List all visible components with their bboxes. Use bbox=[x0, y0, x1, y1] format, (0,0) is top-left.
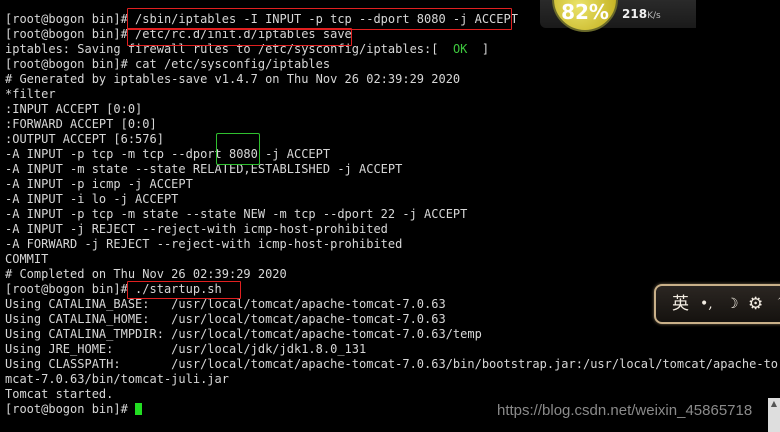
ime-toolbar[interactable]: 英 •, ☽ ⚙ ↑ bbox=[654, 284, 780, 324]
terminal-line: -A FORWARD -j REJECT --reject-with icmp-… bbox=[5, 237, 403, 251]
terminal-line: :FORWARD ACCEPT [0:0] bbox=[5, 117, 157, 131]
network-speed-readout: 218K/s bbox=[622, 7, 661, 21]
csdn-watermark: https://blog.csdn.net/weixin_45865718 bbox=[497, 402, 753, 419]
terminal-line: Using CATALINA_TMPDIR: /usr/local/tomcat… bbox=[5, 327, 482, 341]
ime-moon-icon[interactable]: ☽ bbox=[726, 294, 739, 314]
terminal-cursor bbox=[135, 403, 143, 415]
terminal-line: mcat-7.0.63/bin/tomcat-juli.jar bbox=[5, 372, 229, 386]
terminal-line: :OUTPUT ACCEPT [6:576] bbox=[5, 132, 164, 146]
speed-value: 218 bbox=[622, 7, 648, 21]
terminal-line: -A INPUT -j REJECT --reject-with icmp-ho… bbox=[5, 222, 388, 236]
terminal-line: :INPUT ACCEPT [0:0] bbox=[5, 102, 143, 116]
terminal-line: Using CLASSPATH: /usr/local/tomcat/apach… bbox=[5, 357, 779, 371]
ime-settings-icon[interactable]: ⚙ bbox=[748, 294, 763, 314]
vertical-scrollbar[interactable]: ▲ bbox=[768, 398, 780, 432]
terminal-output: [root@bogon bin]# /sbin/iptables -I INPU… bbox=[5, 12, 778, 417]
scroll-up-arrow-icon[interactable]: ▲ bbox=[769, 398, 779, 410]
terminal-line: # Completed on Thu Nov 26 02:39:29 2020 bbox=[5, 267, 287, 281]
terminal-line: Tomcat started. bbox=[5, 387, 114, 401]
terminal-line: COMMIT bbox=[5, 252, 49, 266]
ime-punctuation-toggle[interactable]: •, bbox=[700, 294, 713, 314]
terminal-line: -A INPUT -i lo -j ACCEPT bbox=[5, 192, 179, 206]
ok-status: OK bbox=[452, 42, 468, 56]
terminal-line: *filter bbox=[5, 87, 56, 101]
memory-usage-percent: 82% bbox=[561, 0, 609, 24]
iptables-command-highlight bbox=[127, 8, 512, 30]
terminal-line: iptables: Saving firewall rules to /etc/… bbox=[5, 42, 778, 57]
ok-bracket: ] bbox=[467, 42, 490, 56]
speed-unit: K/s bbox=[647, 11, 661, 21]
terminal-line: Using JRE_HOME: /usr/local/jdk/jdk1.8.0_… bbox=[5, 342, 367, 356]
iptables-save-highlight bbox=[127, 28, 352, 46]
terminal-line: [root@bogon bin]# cat /etc/sysconfig/ipt… bbox=[5, 57, 331, 71]
startup-command-highlight bbox=[127, 281, 241, 299]
port-8080-highlight bbox=[216, 133, 260, 165]
terminal-line: # Generated by iptables-save v1.4.7 on T… bbox=[5, 72, 461, 86]
terminal-line: -A INPUT -p tcp -m tcp --dport 8080 -j A… bbox=[5, 147, 331, 161]
terminal-line: -A INPUT -p tcp -m state --state NEW -m … bbox=[5, 207, 468, 221]
ime-language-toggle[interactable]: 英 bbox=[672, 294, 689, 314]
shell-prompt: [root@bogon bin]# bbox=[5, 402, 136, 416]
terminal-window[interactable]: [root@bogon bin]# /sbin/iptables -I INPU… bbox=[0, 0, 780, 432]
terminal-line: -A INPUT -p icmp -j ACCEPT bbox=[5, 177, 193, 191]
terminal-line: -A INPUT -m state --state RELATED,ESTABL… bbox=[5, 162, 403, 176]
ime-more-icon[interactable]: ↑ bbox=[774, 294, 780, 314]
